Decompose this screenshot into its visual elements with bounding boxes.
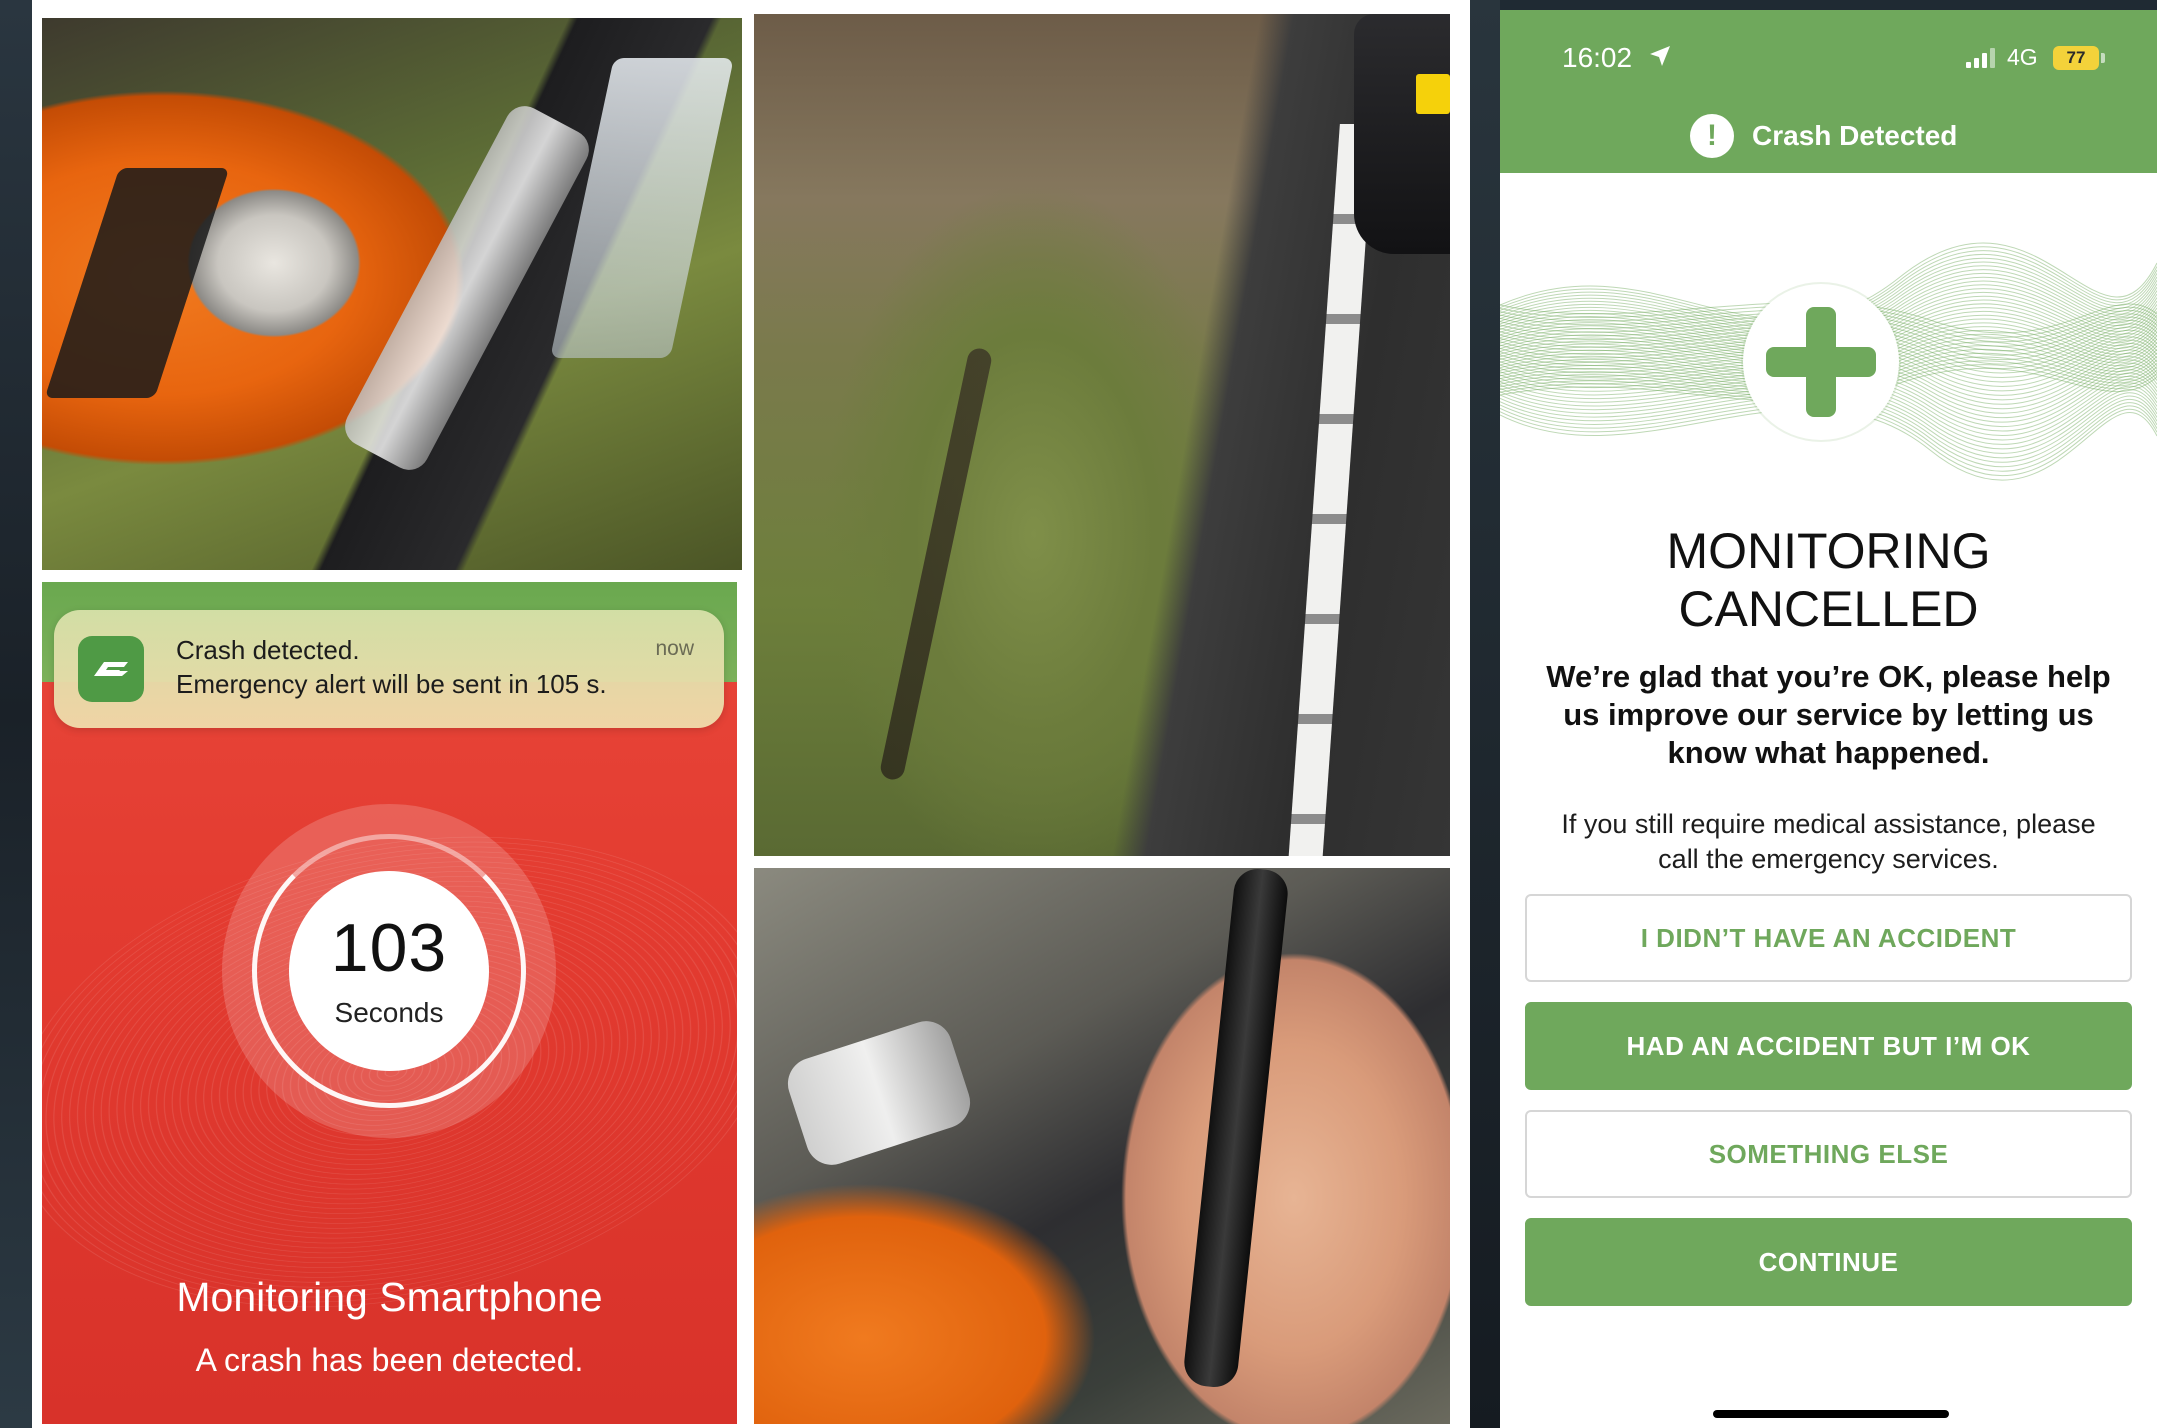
countdown-unit: Seconds	[334, 997, 444, 1028]
notification-body: Emergency alert will be sent in 105 s.	[176, 669, 607, 699]
header-title: Crash Detected	[1752, 120, 1958, 151]
photo-grass-verge	[754, 14, 1450, 856]
no-accident-button[interactable]: I DIDN’T HAVE AN ACCIDENT	[1525, 894, 2132, 982]
fuel-tank-decal	[44, 168, 230, 398]
battery-level: 77	[2066, 48, 2086, 67]
parked-motorcycle	[1354, 14, 1450, 254]
accident-but-ok-button[interactable]: HAD AN ACCIDENT BUT I’M OK	[1525, 1002, 2132, 1090]
app-logo-icon	[78, 636, 144, 702]
title-line-2: CANCELLED	[1678, 581, 1979, 637]
phone-screen: 16:02 4G 77 ! Crash Detected MONITORING …	[1500, 10, 2157, 1428]
exclamation-circle-icon: !	[1690, 114, 1734, 158]
background-divider	[1470, 0, 1500, 1428]
number-plate	[1416, 74, 1450, 114]
battery-indicator: 77	[2053, 46, 2099, 70]
home-indicator[interactable]	[1713, 1410, 1949, 1418]
handlebar-clamp	[781, 1014, 977, 1172]
signal-bars-icon	[1966, 48, 1995, 68]
monitoring-subtitle: A crash has been detected.	[195, 1342, 584, 1378]
broken-lever	[1181, 868, 1291, 1390]
glad-message: We’re glad that you’re OK, please help u…	[1546, 659, 2111, 770]
skid-rut	[878, 346, 994, 782]
assistance-message: If you still require medical assistance,…	[1561, 809, 2096, 874]
background-left	[0, 0, 32, 1428]
something-else-button[interactable]: SOMETHING ELSE	[1525, 1110, 2132, 1198]
photo-broken-lever	[754, 868, 1450, 1424]
notification-title: Crash detected.	[176, 635, 360, 665]
front-fork	[338, 99, 596, 477]
network-label: 4G	[2007, 44, 2038, 70]
notification-time: now	[655, 637, 694, 660]
title-line-1: MONITORING	[1666, 523, 1991, 579]
countdown-screen: Crash detected. Emergency alert will be …	[42, 582, 737, 1424]
monitoring-cancelled-title: MONITORING CANCELLED	[1500, 522, 2157, 638]
monitoring-title: Monitoring Smartphone	[176, 1274, 603, 1320]
windscreen	[550, 58, 734, 358]
app-header: 16:02 4G 77 ! Crash Detected	[1500, 10, 2157, 173]
medical-plus-icon-bar	[1766, 347, 1876, 377]
crash-notification[interactable]: Crash detected. Emergency alert will be …	[54, 610, 724, 728]
battery-tip	[2101, 53, 2105, 63]
countdown-value: 103	[330, 910, 448, 986]
continue-button[interactable]: CONTINUE	[1525, 1218, 2132, 1306]
location-arrow-icon	[1650, 46, 1670, 66]
photo-crashed-motorcycle	[42, 18, 742, 570]
status-time: 16:02	[1562, 42, 1633, 73]
